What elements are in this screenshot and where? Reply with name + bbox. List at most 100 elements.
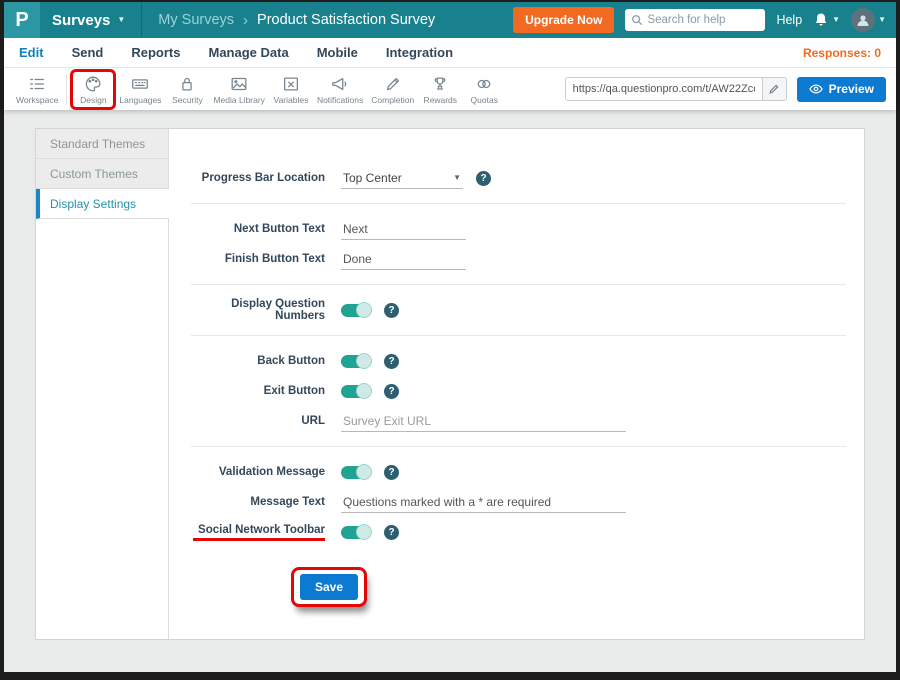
edit-toolbar: Workspace Design Languages Security Medi…	[4, 68, 896, 110]
chevron-down-icon: ▼	[117, 16, 125, 24]
social-network-toolbar-label: Social Network Toolbar	[198, 524, 325, 536]
progress-bar-location-select[interactable]: Top Center ▼	[341, 168, 463, 189]
back-button-toggle[interactable]	[341, 355, 371, 368]
chevron-down-icon: ▼	[832, 16, 840, 24]
toolbar-languages[interactable]: Languages	[115, 72, 165, 107]
questionpro-logo[interactable]: P	[4, 2, 40, 38]
help-icon[interactable]: ?	[384, 354, 399, 369]
nav-mobile[interactable]: Mobile	[317, 45, 358, 60]
breadcrumb-chevron-icon: ›	[243, 12, 248, 29]
edit-url-button[interactable]	[762, 77, 786, 101]
help-icon[interactable]: ?	[384, 465, 399, 480]
toolbar-separator	[66, 74, 67, 104]
account-menu[interactable]: ▼	[851, 8, 886, 32]
toolbar-workspace[interactable]: Workspace	[12, 72, 62, 107]
toolbar-label: Rewards	[423, 95, 457, 105]
surveys-menu-label: Surveys	[52, 12, 110, 29]
back-button-row: Back Button ?	[191, 346, 846, 376]
validation-message-toggle[interactable]	[341, 466, 371, 479]
back-button-label: Back Button	[191, 355, 341, 367]
help-search-input[interactable]	[647, 14, 757, 26]
bell-icon	[813, 12, 829, 28]
notifications-icon	[330, 74, 350, 94]
validation-message-label: Validation Message	[191, 466, 341, 478]
exit-url-label: URL	[191, 415, 341, 427]
pencil-icon	[768, 83, 780, 95]
toolbar-variables[interactable]: Variables	[269, 72, 313, 107]
exit-button-toggle[interactable]	[341, 385, 371, 398]
toolbar-label: Completion	[371, 95, 414, 105]
display-question-numbers-row: Display Question Numbers ?	[191, 295, 846, 325]
toggle-knob	[356, 302, 372, 318]
search-icon	[631, 14, 643, 26]
eye-icon	[809, 83, 823, 95]
toolbar-rewards[interactable]: Rewards	[418, 72, 462, 107]
social-network-toolbar-row: Social Network Toolbar ?	[191, 517, 846, 547]
surveys-menu[interactable]: Surveys ▼	[40, 2, 141, 38]
toolbar-media-library[interactable]: Media Library	[209, 72, 269, 107]
toolbar-label: Media Library	[213, 95, 265, 105]
toolbar-notifications[interactable]: Notifications	[313, 72, 367, 107]
workspace-icon	[27, 74, 47, 94]
progress-bar-location-row: Progress Bar Location Top Center ▼ ?	[191, 163, 846, 193]
completion-icon	[383, 74, 403, 94]
topbar-actions: Upgrade Now Help ▼ ▼	[513, 7, 896, 33]
next-button-text-input[interactable]	[341, 219, 466, 240]
nav-integration[interactable]: Integration	[386, 45, 453, 60]
help-icon[interactable]: ?	[384, 303, 399, 318]
exit-url-input[interactable]	[341, 411, 626, 432]
user-icon	[855, 12, 871, 28]
save-annotation-box: Save	[291, 567, 367, 607]
toggle-knob	[356, 353, 372, 369]
sidebar-item-standard-themes[interactable]: Standard Themes	[36, 129, 168, 159]
preview-button[interactable]: Preview	[797, 77, 886, 102]
help-icon[interactable]: ?	[384, 525, 399, 540]
toolbar-label: Quotas	[471, 95, 498, 105]
help-search-box[interactable]	[625, 9, 765, 31]
upgrade-now-button[interactable]: Upgrade Now	[513, 7, 614, 33]
toolbar-label: Security	[172, 95, 203, 105]
app-window: P Surveys ▼ My Surveys › Product Satisfa…	[0, 0, 900, 680]
display-question-numbers-toggle[interactable]	[341, 304, 371, 317]
media-library-icon	[229, 74, 249, 94]
chevron-down-icon: ▼	[878, 16, 886, 24]
quotas-icon	[474, 74, 494, 94]
sidebar-item-display-settings[interactable]: Display Settings	[36, 189, 169, 219]
exit-url-row: URL	[191, 406, 846, 436]
survey-url-input[interactable]	[566, 83, 762, 95]
rewards-icon	[430, 74, 450, 94]
toolbar-completion[interactable]: Completion	[367, 72, 418, 107]
toolbar-design[interactable]: Design	[71, 72, 115, 107]
toolbar-label: Design	[80, 95, 106, 105]
toggle-knob	[356, 383, 372, 399]
nav-send[interactable]: Send	[72, 45, 104, 60]
toolbar-security[interactable]: Security	[165, 72, 209, 107]
help-icon[interactable]: ?	[476, 171, 491, 186]
help-link[interactable]: Help	[776, 13, 802, 27]
validation-message-row: Validation Message ?	[191, 457, 846, 487]
divider	[191, 284, 846, 285]
social-network-toolbar-annotation-underline	[193, 538, 325, 541]
design-settings-card: Standard Themes Custom Themes Display Se…	[35, 128, 865, 640]
help-icon[interactable]: ?	[384, 384, 399, 399]
nav-edit[interactable]: Edit	[19, 45, 44, 60]
finish-button-text-label: Finish Button Text	[191, 253, 341, 265]
finish-button-text-input[interactable]	[341, 249, 466, 270]
breadcrumb-my-surveys[interactable]: My Surveys	[158, 12, 234, 28]
save-button[interactable]: Save	[300, 574, 358, 600]
message-text-input[interactable]	[341, 492, 626, 513]
design-sidebar: Standard Themes Custom Themes Display Se…	[36, 129, 169, 639]
divider	[191, 203, 846, 204]
save-row: Save	[291, 567, 846, 607]
notifications-bell-menu[interactable]: ▼	[813, 12, 840, 28]
toolbar-quotas[interactable]: Quotas	[462, 72, 506, 107]
social-network-toolbar-toggle[interactable]	[341, 526, 371, 539]
toolbar-label: Variables	[274, 95, 309, 105]
nav-reports[interactable]: Reports	[131, 45, 180, 60]
exit-button-label: Exit Button	[191, 385, 341, 397]
next-button-text-label: Next Button Text	[191, 223, 341, 235]
nav-manage-data[interactable]: Manage Data	[208, 45, 288, 60]
exit-button-row: Exit Button ?	[191, 376, 846, 406]
sidebar-item-custom-themes[interactable]: Custom Themes	[36, 159, 168, 189]
social-network-toolbar-label-wrap: Social Network Toolbar	[191, 524, 341, 541]
